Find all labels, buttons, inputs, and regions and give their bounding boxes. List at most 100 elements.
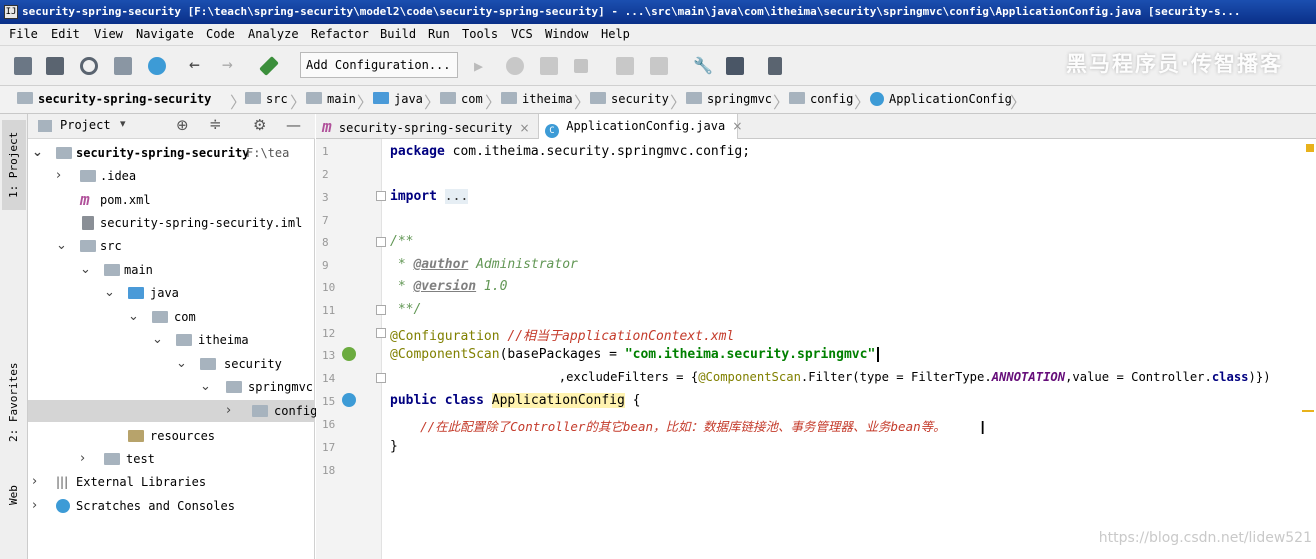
menu-analyze[interactable]: Analyze <box>248 27 299 41</box>
folded-imports[interactable]: ... <box>444 189 469 204</box>
collapse-all-icon[interactable]: ≑ <box>209 115 222 133</box>
debug-icon[interactable] <box>506 57 524 75</box>
chevron-right-icon[interactable]: › <box>32 471 37 493</box>
settings-wrench-icon[interactable]: 🔧 <box>693 57 713 75</box>
run-icon[interactable]: ▶ <box>474 57 492 75</box>
chevron-down-icon[interactable]: ⌄ <box>56 235 67 257</box>
forward-arrow-icon[interactable]: → <box>222 56 240 75</box>
breadcrumb-config[interactable]: config <box>789 92 853 106</box>
menu-tools[interactable]: Tools <box>462 27 498 41</box>
tree-item-idea[interactable]: › .idea <box>28 165 315 187</box>
tree-item-resources[interactable]: resources <box>28 425 315 447</box>
chevron-right-icon[interactable]: › <box>80 448 85 470</box>
error-stripe-marker[interactable] <box>1302 410 1314 412</box>
project-structure-icon[interactable] <box>114 57 132 75</box>
fold-icon[interactable] <box>376 191 386 201</box>
spring-bean-icon[interactable] <box>342 393 356 407</box>
breadcrumb-applicationconfig[interactable]: ApplicationConfig <box>870 92 1012 106</box>
back-arrow-icon[interactable]: ← <box>189 56 207 75</box>
code-line-14[interactable]: ,excludeFilters = {@ComponentScan.Filter… <box>390 370 1271 384</box>
vcs-update-icon[interactable] <box>616 57 634 75</box>
breadcrumb-src[interactable]: src <box>245 92 288 106</box>
fold-icon[interactable] <box>376 328 386 338</box>
menu-build[interactable]: Build <box>380 27 416 41</box>
chevron-down-icon[interactable]: ▾ <box>120 117 126 130</box>
chevron-down-icon[interactable]: ⌄ <box>176 353 187 375</box>
tree-item-config[interactable]: › config <box>28 400 317 422</box>
window-title-bar[interactable]: security-spring-security [F:\teach\sprin… <box>0 0 1316 24</box>
coverage-icon[interactable] <box>540 57 558 75</box>
breadcrumb-java[interactable]: java <box>373 92 423 106</box>
close-icon[interactable]: × <box>520 121 530 135</box>
breadcrumb-security[interactable]: security <box>590 92 669 106</box>
stop-icon[interactable] <box>574 59 588 73</box>
gear-icon[interactable]: ⚙ <box>253 116 266 134</box>
chevron-right-icon[interactable]: › <box>226 400 231 422</box>
code-line-12[interactable]: @Configuration //相当于applicationContext.x… <box>390 325 734 344</box>
tree-item-pom[interactable]: m pom.xml <box>28 189 315 211</box>
tree-item-springmvc[interactable]: ⌄ springmvc <box>28 376 315 398</box>
menu-edit[interactable]: Edit <box>51 27 80 41</box>
sync-icon[interactable] <box>80 57 98 75</box>
breadcrumb-com[interactable]: com <box>440 92 483 106</box>
code-line-17[interactable]: } <box>390 439 398 454</box>
inspection-status-icon[interactable] <box>1306 144 1314 152</box>
vcs-commit-icon[interactable] <box>650 57 668 75</box>
breadcrumb-springmvc[interactable]: springmvc <box>686 92 772 106</box>
hide-panel-icon[interactable]: — <box>286 116 301 134</box>
open-folder-icon[interactable] <box>14 57 32 75</box>
menu-help[interactable]: Help <box>601 27 630 41</box>
breadcrumb-itheima[interactable]: itheima <box>501 92 573 106</box>
project-tool-tab[interactable]: 1: Project <box>2 120 26 210</box>
tree-item-iml[interactable]: security-spring-security.iml <box>28 212 315 234</box>
tree-item-main[interactable]: ⌄ main <box>28 259 315 281</box>
menu-navigate[interactable]: Navigate <box>136 27 194 41</box>
locate-file-icon[interactable]: ⊕ <box>176 116 189 134</box>
code-line-11[interactable]: **/ <box>390 302 422 317</box>
project-view-selector[interactable]: Project <box>60 118 111 132</box>
project-structure-dialog-icon[interactable] <box>726 57 744 75</box>
code-line-10[interactable]: * @version 1.0 <box>390 279 508 294</box>
code-line-16[interactable]: //在此配置除了Controller的其它bean，比如：数据库链接池、事务管理… <box>390 416 946 435</box>
chevron-down-icon[interactable]: ⌄ <box>32 142 43 164</box>
close-icon[interactable]: × <box>732 119 742 133</box>
save-icon[interactable] <box>46 57 64 75</box>
code-line-8[interactable]: /** <box>390 234 413 249</box>
fold-icon[interactable] <box>376 305 386 315</box>
code-line-13[interactable]: @ComponentScan(basePackages = "com.ithei… <box>390 347 880 362</box>
tree-item-scratches[interactable]: › Scratches and Consoles <box>28 495 315 517</box>
intellij-app-icon[interactable]: IJ <box>4 5 18 19</box>
chevron-down-icon[interactable]: ⌄ <box>200 376 211 398</box>
menu-file[interactable]: File <box>9 27 38 41</box>
menu-code[interactable]: Code <box>206 27 235 41</box>
tree-item-project-root[interactable]: ⌄ security-spring-security F:\tea <box>28 142 315 164</box>
tab-pom-xml[interactable]: m security-spring-security × <box>316 114 538 139</box>
code-line-1[interactable]: package com.itheima.security.springmvc.c… <box>390 144 750 159</box>
breadcrumb-main[interactable]: main <box>306 92 356 106</box>
tree-item-itheima[interactable]: ⌄ itheima <box>28 329 315 351</box>
tree-item-test[interactable]: › test <box>28 448 315 470</box>
menu-view[interactable]: View <box>94 27 123 41</box>
chevron-down-icon[interactable]: ⌄ <box>128 306 139 328</box>
tree-item-external-libraries[interactable]: › ||| External Libraries <box>28 471 315 493</box>
tree-item-security[interactable]: ⌄ security <box>28 353 315 375</box>
breadcrumb-project[interactable]: security-spring-security <box>17 92 211 106</box>
tab-applicationconfig[interactable]: C ApplicationConfig.java × <box>538 114 742 139</box>
class-icon[interactable] <box>148 57 166 75</box>
menu-window[interactable]: Window <box>545 27 588 41</box>
tree-item-com[interactable]: ⌄ com <box>28 306 315 328</box>
chevron-down-icon[interactable]: ⌄ <box>104 282 115 304</box>
tree-item-src[interactable]: ⌄ src <box>28 235 315 257</box>
code-line-9[interactable]: * @author Administrator <box>390 257 578 272</box>
menu-run[interactable]: Run <box>428 27 450 41</box>
web-tool-tab[interactable]: Web <box>2 480 26 510</box>
tree-item-java[interactable]: ⌄ java <box>28 282 315 304</box>
menu-refactor[interactable]: Refactor <box>311 27 369 41</box>
run-configuration-dropdown[interactable]: Add Configuration... <box>300 52 458 78</box>
sdk-manager-icon[interactable] <box>768 57 782 75</box>
chevron-right-icon[interactable]: › <box>32 495 37 517</box>
fold-icon[interactable] <box>376 373 386 383</box>
favorites-tool-tab[interactable]: 2: Favorites <box>2 352 26 452</box>
menu-vcs[interactable]: VCS <box>511 27 533 41</box>
code-line-15[interactable]: public class ApplicationConfig { <box>390 393 640 408</box>
